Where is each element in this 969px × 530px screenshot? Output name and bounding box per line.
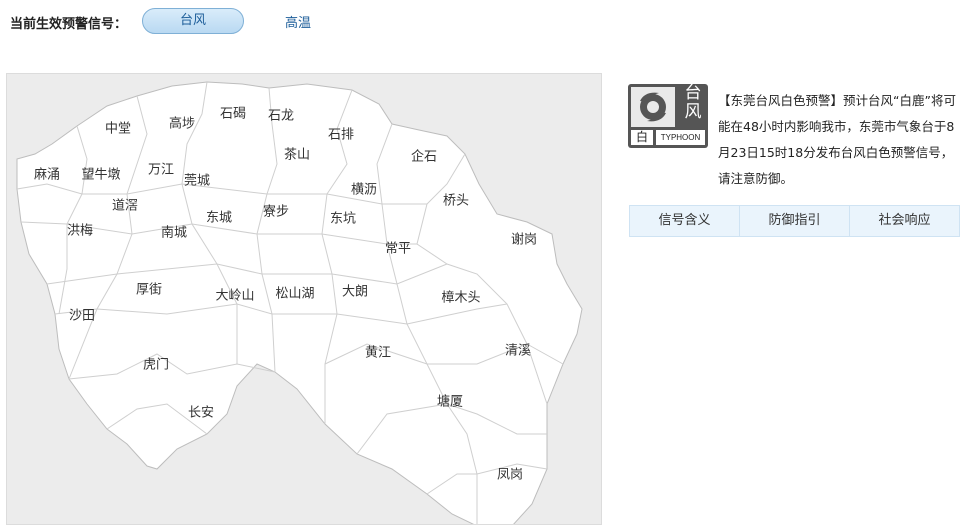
town-shatian[interactable]: 沙田 [69,305,95,324]
signal-type-text: 台风 [684,84,702,122]
town-houjie[interactable]: 厚街 [136,279,162,298]
town-dongcheng[interactable]: 东城 [206,207,232,226]
signal-level-text: 白 [631,130,653,145]
town-liaobu[interactable]: 寮步 [263,201,289,220]
town-gaobu[interactable]: 高埗 [169,113,195,132]
town-fenggang[interactable]: 凤岗 [497,464,523,483]
town-shijie[interactable]: 石碣 [220,103,246,122]
signal-info-tabs: 信号含义 防御指引 社会响应 [629,205,960,237]
town-zhangmutou[interactable]: 樟木头 [441,287,480,306]
town-changping[interactable]: 常平 [385,238,411,257]
active-warnings-label: 当前生效预警信号： [10,17,128,32]
town-qiaotou[interactable]: 桥头 [443,190,469,209]
town-shipai[interactable]: 石排 [328,124,354,143]
town-humen[interactable]: 虎门 [143,354,169,373]
town-songshanhu[interactable]: 松山湖 [275,283,314,302]
tab-social-response[interactable]: 社会响应 [850,206,959,236]
tab-high-temperature[interactable]: 高温 [285,12,311,31]
town-hongmei[interactable]: 洪梅 [67,220,93,239]
town-dongkeng[interactable]: 东坑 [330,208,356,227]
warning-header: 当前生效预警信号： 台风 高温 [0,0,969,44]
town-wangniudun[interactable]: 望牛墩 [81,164,120,183]
town-guancheng[interactable]: 莞城 [184,170,210,189]
town-daojiao[interactable]: 道滘 [112,195,138,214]
town-qishi[interactable]: 企石 [411,146,437,165]
tab-defense-guide[interactable]: 防御指引 [740,206,850,236]
tab-signal-meaning[interactable]: 信号含义 [630,206,740,236]
town-huangjiang[interactable]: 黄江 [365,342,391,361]
typhoon-icon [631,87,675,127]
town-xiegang[interactable]: 谢岗 [511,229,537,248]
town-mayong[interactable]: 麻涌 [34,164,60,183]
typhoon-white-signal-icon: 台风 白 TYPHOON [628,84,708,148]
town-hengli[interactable]: 横沥 [351,179,377,198]
town-dalingshan[interactable]: 大岭山 [215,285,254,304]
town-wanjiang[interactable]: 万江 [148,159,174,178]
town-shilong[interactable]: 石龙 [268,105,294,124]
town-nancheng[interactable]: 南城 [161,222,187,241]
warning-description: 【东莞台风白色预警】预计台风“白鹿”将可能在48小时内影响我市，东莞市气象台于8… [718,93,956,186]
town-tangxia[interactable]: 塘厦 [437,391,463,410]
signal-english-text: TYPHOON [656,130,705,145]
town-qingxi[interactable]: 清溪 [505,340,531,359]
tab-typhoon[interactable]: 台风 [142,8,244,34]
town-chashan[interactable]: 茶山 [284,144,310,163]
town-changan[interactable]: 长安 [188,402,214,421]
town-dalang[interactable]: 大朗 [342,281,368,300]
dongguan-map[interactable]: 中堂 高埗 石碣 石龙石排 茶山 企石麻涌 望牛墩 万江 莞城 横沥道滘 桥头东城 寮步 东坑洪梅 南城 谢… [6,73,602,525]
town-zhongtang[interactable]: 中堂 [105,118,131,137]
